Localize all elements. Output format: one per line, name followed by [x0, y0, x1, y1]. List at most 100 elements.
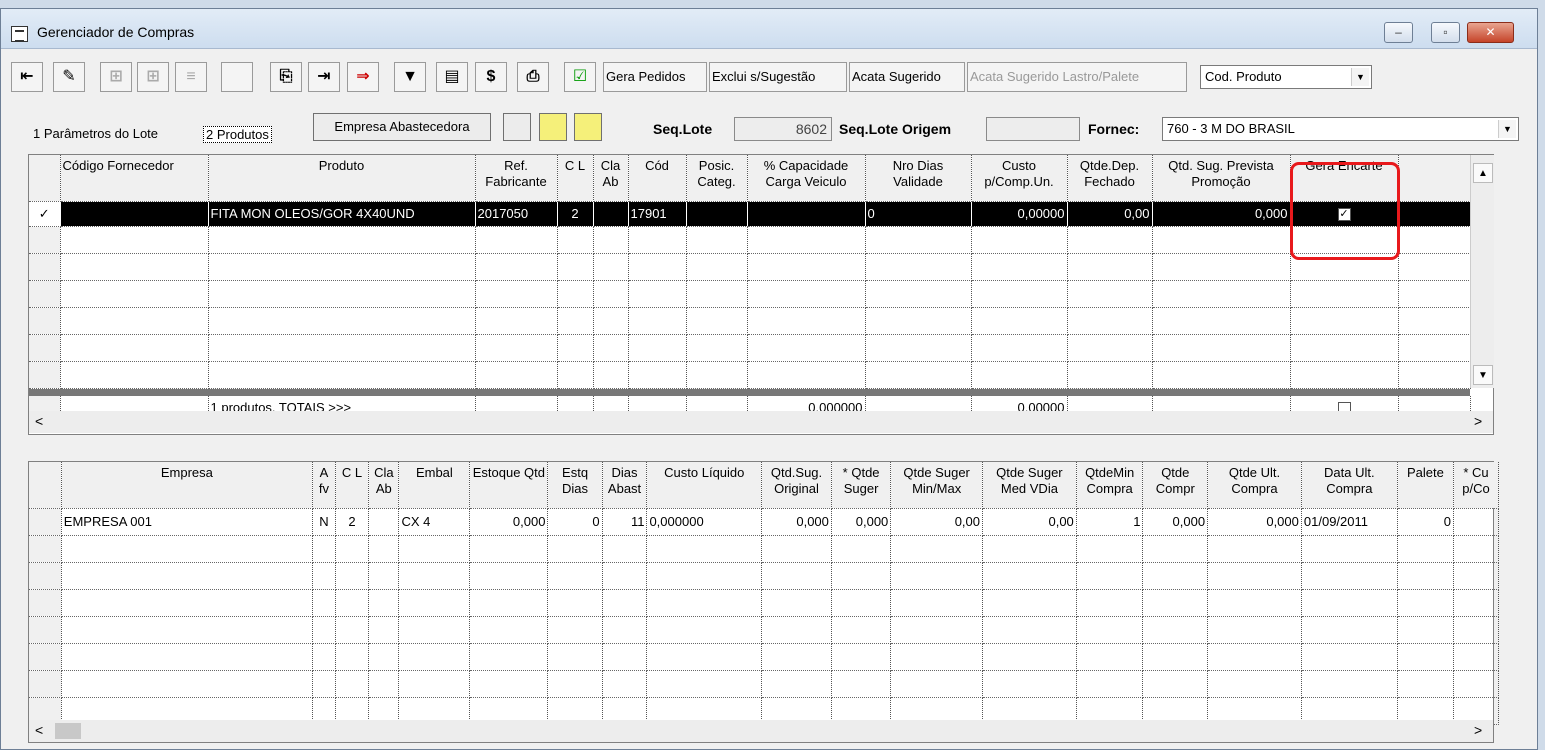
- order-by-select[interactable]: Cod. Produto ▼: [1200, 65, 1372, 89]
- col-produto[interactable]: Produto: [208, 155, 476, 202]
- remove-icon[interactable]: ⇒: [347, 62, 379, 92]
- folder-split-icon[interactable]: [574, 113, 602, 141]
- col-capacidade[interactable]: % Capacidade Carga Veiculo: [747, 155, 866, 202]
- col-suger-minmax[interactable]: Qtde Suger Min/Max: [890, 462, 983, 509]
- maximize-button[interactable]: ▫: [1431, 22, 1460, 43]
- cell-qtde-dep[interactable]: 0,00: [1067, 201, 1153, 227]
- cell-cl[interactable]: 2: [335, 508, 370, 536]
- cell-medvdia[interactable]: 0,00: [982, 508, 1077, 536]
- scroll-right-icon[interactable]: >: [1474, 722, 1482, 738]
- col-qtde-suger[interactable]: * Qtde Suger: [831, 462, 892, 509]
- cell-dias[interactable]: 0: [865, 201, 972, 227]
- cell-dias-abast[interactable]: 11: [602, 508, 648, 536]
- table-row[interactable]: EMPRESA 001 N 2 CX 4 0,000 0 11 0,000000…: [29, 508, 1499, 536]
- col-qtde-ult[interactable]: Qtde Ult. Compra: [1207, 462, 1302, 509]
- cell-qtde-suger[interactable]: 0,000: [831, 508, 892, 536]
- col-embal[interactable]: Embal: [398, 462, 471, 509]
- cell-posic[interactable]: [686, 201, 748, 227]
- exit-icon[interactable]: ⇤: [11, 62, 43, 92]
- cell-palete[interactable]: 0: [1397, 508, 1455, 536]
- col-estq-dias[interactable]: Estq Dias: [547, 462, 603, 509]
- col-palete[interactable]: Palete: [1397, 462, 1455, 509]
- tab-parametros[interactable]: 1 Parâmetros do Lote: [33, 126, 158, 141]
- cell-minmax[interactable]: 0,00: [890, 508, 983, 536]
- col-empresa[interactable]: Empresa: [61, 462, 313, 509]
- col-codigo-fornecedor[interactable]: Código Fornecedor: [60, 155, 209, 202]
- tab-produtos[interactable]: 2 Produtos: [203, 126, 272, 143]
- seq-lote-field[interactable]: 8602: [734, 117, 832, 141]
- col-posic-categ[interactable]: Posic. Categ.: [686, 155, 748, 202]
- cell-empresa[interactable]: EMPRESA 001: [61, 508, 313, 536]
- cell-qtde-ult[interactable]: 0,000: [1207, 508, 1302, 536]
- cell-cla[interactable]: [368, 508, 400, 536]
- col-suger-medvdia[interactable]: Qtde Suger Med VDia: [982, 462, 1077, 509]
- products-hscroll[interactable]: < >: [29, 411, 1493, 433]
- minimize-button[interactable]: –: [1384, 22, 1413, 43]
- cell-afv[interactable]: N: [312, 508, 336, 536]
- scrollbar-thumb[interactable]: [55, 723, 81, 739]
- tree-add-icon[interactable]: ⊞: [137, 62, 169, 92]
- cell-cod-forn[interactable]: [60, 201, 209, 227]
- cell-embal[interactable]: CX 4: [398, 508, 471, 536]
- cell-qtd-sug[interactable]: 0,000: [761, 508, 832, 536]
- cell-cod[interactable]: 17901: [628, 201, 687, 227]
- blank-icon[interactable]: [221, 62, 253, 92]
- cell-produto[interactable]: FITA MON OLEOS/GOR 4X40UND: [208, 201, 476, 227]
- money-icon[interactable]: $: [475, 62, 507, 92]
- cell-custo[interactable]: 0,00000: [971, 201, 1068, 227]
- col-qtd-sug-prevista[interactable]: Qtd. Sug. Prevista Promoção: [1152, 155, 1291, 202]
- col-cu[interactable]: * Cu p/Co: [1453, 462, 1499, 509]
- tree-icon[interactable]: ⊞: [100, 62, 132, 92]
- col-qtde-compr[interactable]: Qtde Compr: [1142, 462, 1209, 509]
- scroll-left-icon[interactable]: <: [35, 722, 43, 738]
- cell-cap[interactable]: [747, 201, 866, 227]
- edit-icon[interactable]: ✎: [53, 62, 85, 92]
- col-qtdemin[interactable]: QtdeMin Compra: [1076, 462, 1144, 509]
- folder-up-icon[interactable]: [539, 113, 567, 141]
- col-cl[interactable]: C L: [335, 462, 370, 509]
- col-custo-liquido[interactable]: Custo Líquido: [646, 462, 763, 509]
- col-qtd-sug-original[interactable]: Qtd.Sug. Original: [761, 462, 832, 509]
- col-cla-ab[interactable]: Cla Ab: [368, 462, 400, 509]
- col-data-ult[interactable]: Data Ult. Compra: [1301, 462, 1398, 509]
- gera-pedidos-button[interactable]: Gera Pedidos: [603, 62, 707, 92]
- filter-icon[interactable]: ▼: [394, 62, 426, 92]
- print-icon[interactable]: ⎙: [517, 62, 549, 92]
- acata-lastro-button[interactable]: Acata Sugerido Lastro/Palete: [967, 62, 1187, 92]
- acata-sugerido-button[interactable]: Acata Sugerido: [849, 62, 965, 92]
- document-icon[interactable]: ▤: [436, 62, 468, 92]
- scroll-down-icon[interactable]: ▼: [1473, 365, 1493, 385]
- col-estoque[interactable]: Estoque Qtd: [469, 462, 549, 509]
- cell-qtd-sug[interactable]: 0,000: [1152, 201, 1291, 227]
- cell-custo[interactable]: 0,000000: [646, 508, 763, 536]
- table-row[interactable]: ✓ FITA MON OLEOS/GOR 4X40UND 2017050 2 1…: [29, 201, 1471, 227]
- products-vscroll[interactable]: ▲ ▼: [1470, 155, 1494, 388]
- close-button[interactable]: ✕: [1467, 22, 1514, 43]
- col-cl[interactable]: C L: [557, 155, 594, 202]
- scroll-up-icon[interactable]: ▲: [1473, 163, 1493, 183]
- col-cod[interactable]: Cód: [628, 155, 687, 202]
- cell-estq-dias[interactable]: 0: [547, 508, 603, 536]
- col-custo[interactable]: Custo p/Comp.Un.: [971, 155, 1068, 202]
- cell-qtdemin[interactable]: 1: [1076, 508, 1144, 536]
- cell-cu[interactable]: [1453, 508, 1499, 536]
- cell-ref[interactable]: 2017050: [475, 201, 558, 227]
- cell-data-ult[interactable]: 01/09/2011: [1301, 508, 1398, 536]
- insert-icon[interactable]: ⇥: [308, 62, 340, 92]
- scroll-left-icon[interactable]: <: [35, 413, 43, 429]
- cell-estoque[interactable]: 0,000: [469, 508, 549, 536]
- checklist-icon[interactable]: ☑: [564, 62, 596, 92]
- cell-cl[interactable]: 2: [557, 201, 594, 227]
- cell-cla[interactable]: [593, 201, 629, 227]
- col-ref-fabricante[interactable]: Ref. Fabricante: [475, 155, 558, 202]
- seq-origem-field[interactable]: [986, 117, 1080, 141]
- exclui-sugestao-button[interactable]: Exclui s/Sugestão: [709, 62, 847, 92]
- list-icon[interactable]: ≡: [175, 62, 207, 92]
- col-dias-abast[interactable]: Dias Abast: [602, 462, 648, 509]
- list-view-icon[interactable]: [503, 113, 531, 141]
- copy-icon[interactable]: ⎘: [270, 62, 302, 92]
- empresa-abastecedora-button[interactable]: Empresa Abastecedora: [313, 113, 491, 141]
- col-cla-ab[interactable]: Cla Ab: [593, 155, 629, 202]
- empresa-hscroll[interactable]: < >: [29, 720, 1493, 742]
- col-nro-dias-validade[interactable]: Nro Dias Validade: [865, 155, 972, 202]
